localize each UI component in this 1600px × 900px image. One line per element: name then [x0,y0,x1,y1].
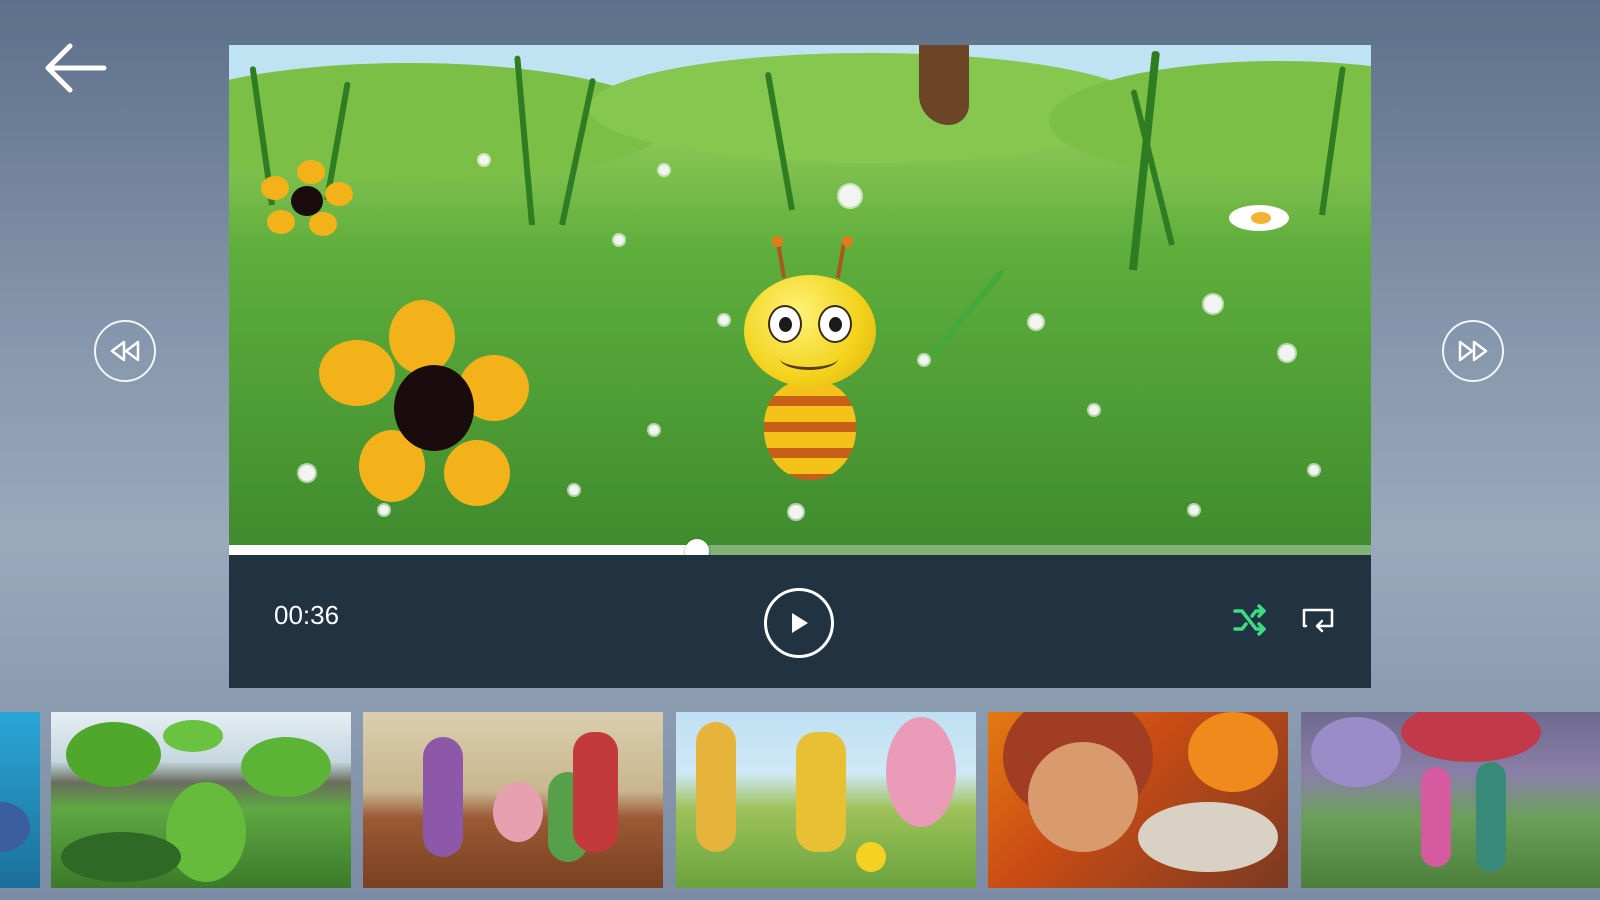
fast-forward-icon [1458,340,1488,362]
video-frame[interactable] [229,45,1371,555]
small-yellow-flower [259,160,359,250]
shuffle-icon [1233,604,1266,636]
video-thumbnail[interactable] [676,712,976,888]
video-thumbnail[interactable] [363,712,663,888]
play-icon [792,613,808,633]
fast-forward-button[interactable] [1442,320,1504,382]
playlist-strip [0,712,1600,888]
progress-thumb[interactable] [685,539,710,555]
big-yellow-flower [319,300,539,510]
video-player: 00:36 [229,45,1371,688]
video-thumbnail[interactable] [51,712,351,888]
repeat-button[interactable] [1295,597,1341,643]
arrow-left-icon [45,43,107,93]
bee-character [734,230,884,500]
player-controls: 00:36 [229,555,1371,688]
repeat-icon [1302,608,1334,633]
progress-fill [229,545,698,555]
video-thumbnail[interactable] [1301,712,1600,888]
current-time: 00:36 [274,600,340,630]
tree-trunk [919,45,969,125]
video-thumbnail[interactable] [0,712,40,888]
shuffle-button[interactable] [1227,597,1273,643]
rewind-icon [110,340,140,362]
video-thumbnail[interactable] [988,712,1288,888]
play-button[interactable] [764,588,834,658]
rewind-button[interactable] [94,320,156,382]
back-button[interactable] [40,38,110,98]
progress-bar[interactable] [229,539,1371,555]
